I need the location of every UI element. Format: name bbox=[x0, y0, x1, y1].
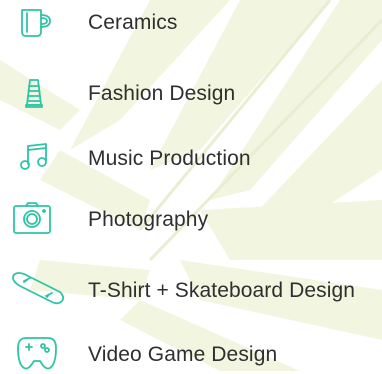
game-controller-icon bbox=[16, 334, 58, 371]
list-item-ceramics[interactable]: Ceramics bbox=[0, 4, 382, 44]
list-item-label: T-Shirt + Skateboard Design bbox=[88, 279, 356, 302]
thread-spool-icon bbox=[24, 78, 44, 108]
camera-icon bbox=[12, 202, 52, 235]
list-item-label: Photography bbox=[88, 208, 209, 231]
mug-icon bbox=[20, 8, 52, 38]
list-item-label: Ceramics bbox=[88, 11, 178, 34]
list-item-tshirt-skateboard-design[interactable]: T-Shirt + Skateboard Design bbox=[0, 270, 382, 310]
list-item-label: Video Game Design bbox=[88, 343, 278, 366]
list-item-photography[interactable]: Photography bbox=[0, 202, 382, 242]
list-item-music-production[interactable]: Music Production bbox=[0, 140, 382, 180]
list-item-label: Fashion Design bbox=[88, 82, 236, 105]
music-note-icon bbox=[20, 142, 50, 172]
list-item-video-game-design[interactable]: Video Game Design bbox=[0, 334, 382, 374]
skateboard-icon bbox=[10, 270, 66, 306]
list-item-label: Music Production bbox=[88, 147, 251, 170]
list-item-fashion-design[interactable]: Fashion Design bbox=[0, 76, 382, 116]
category-list: Ceramics Fashion Design Music Production… bbox=[0, 0, 382, 371]
